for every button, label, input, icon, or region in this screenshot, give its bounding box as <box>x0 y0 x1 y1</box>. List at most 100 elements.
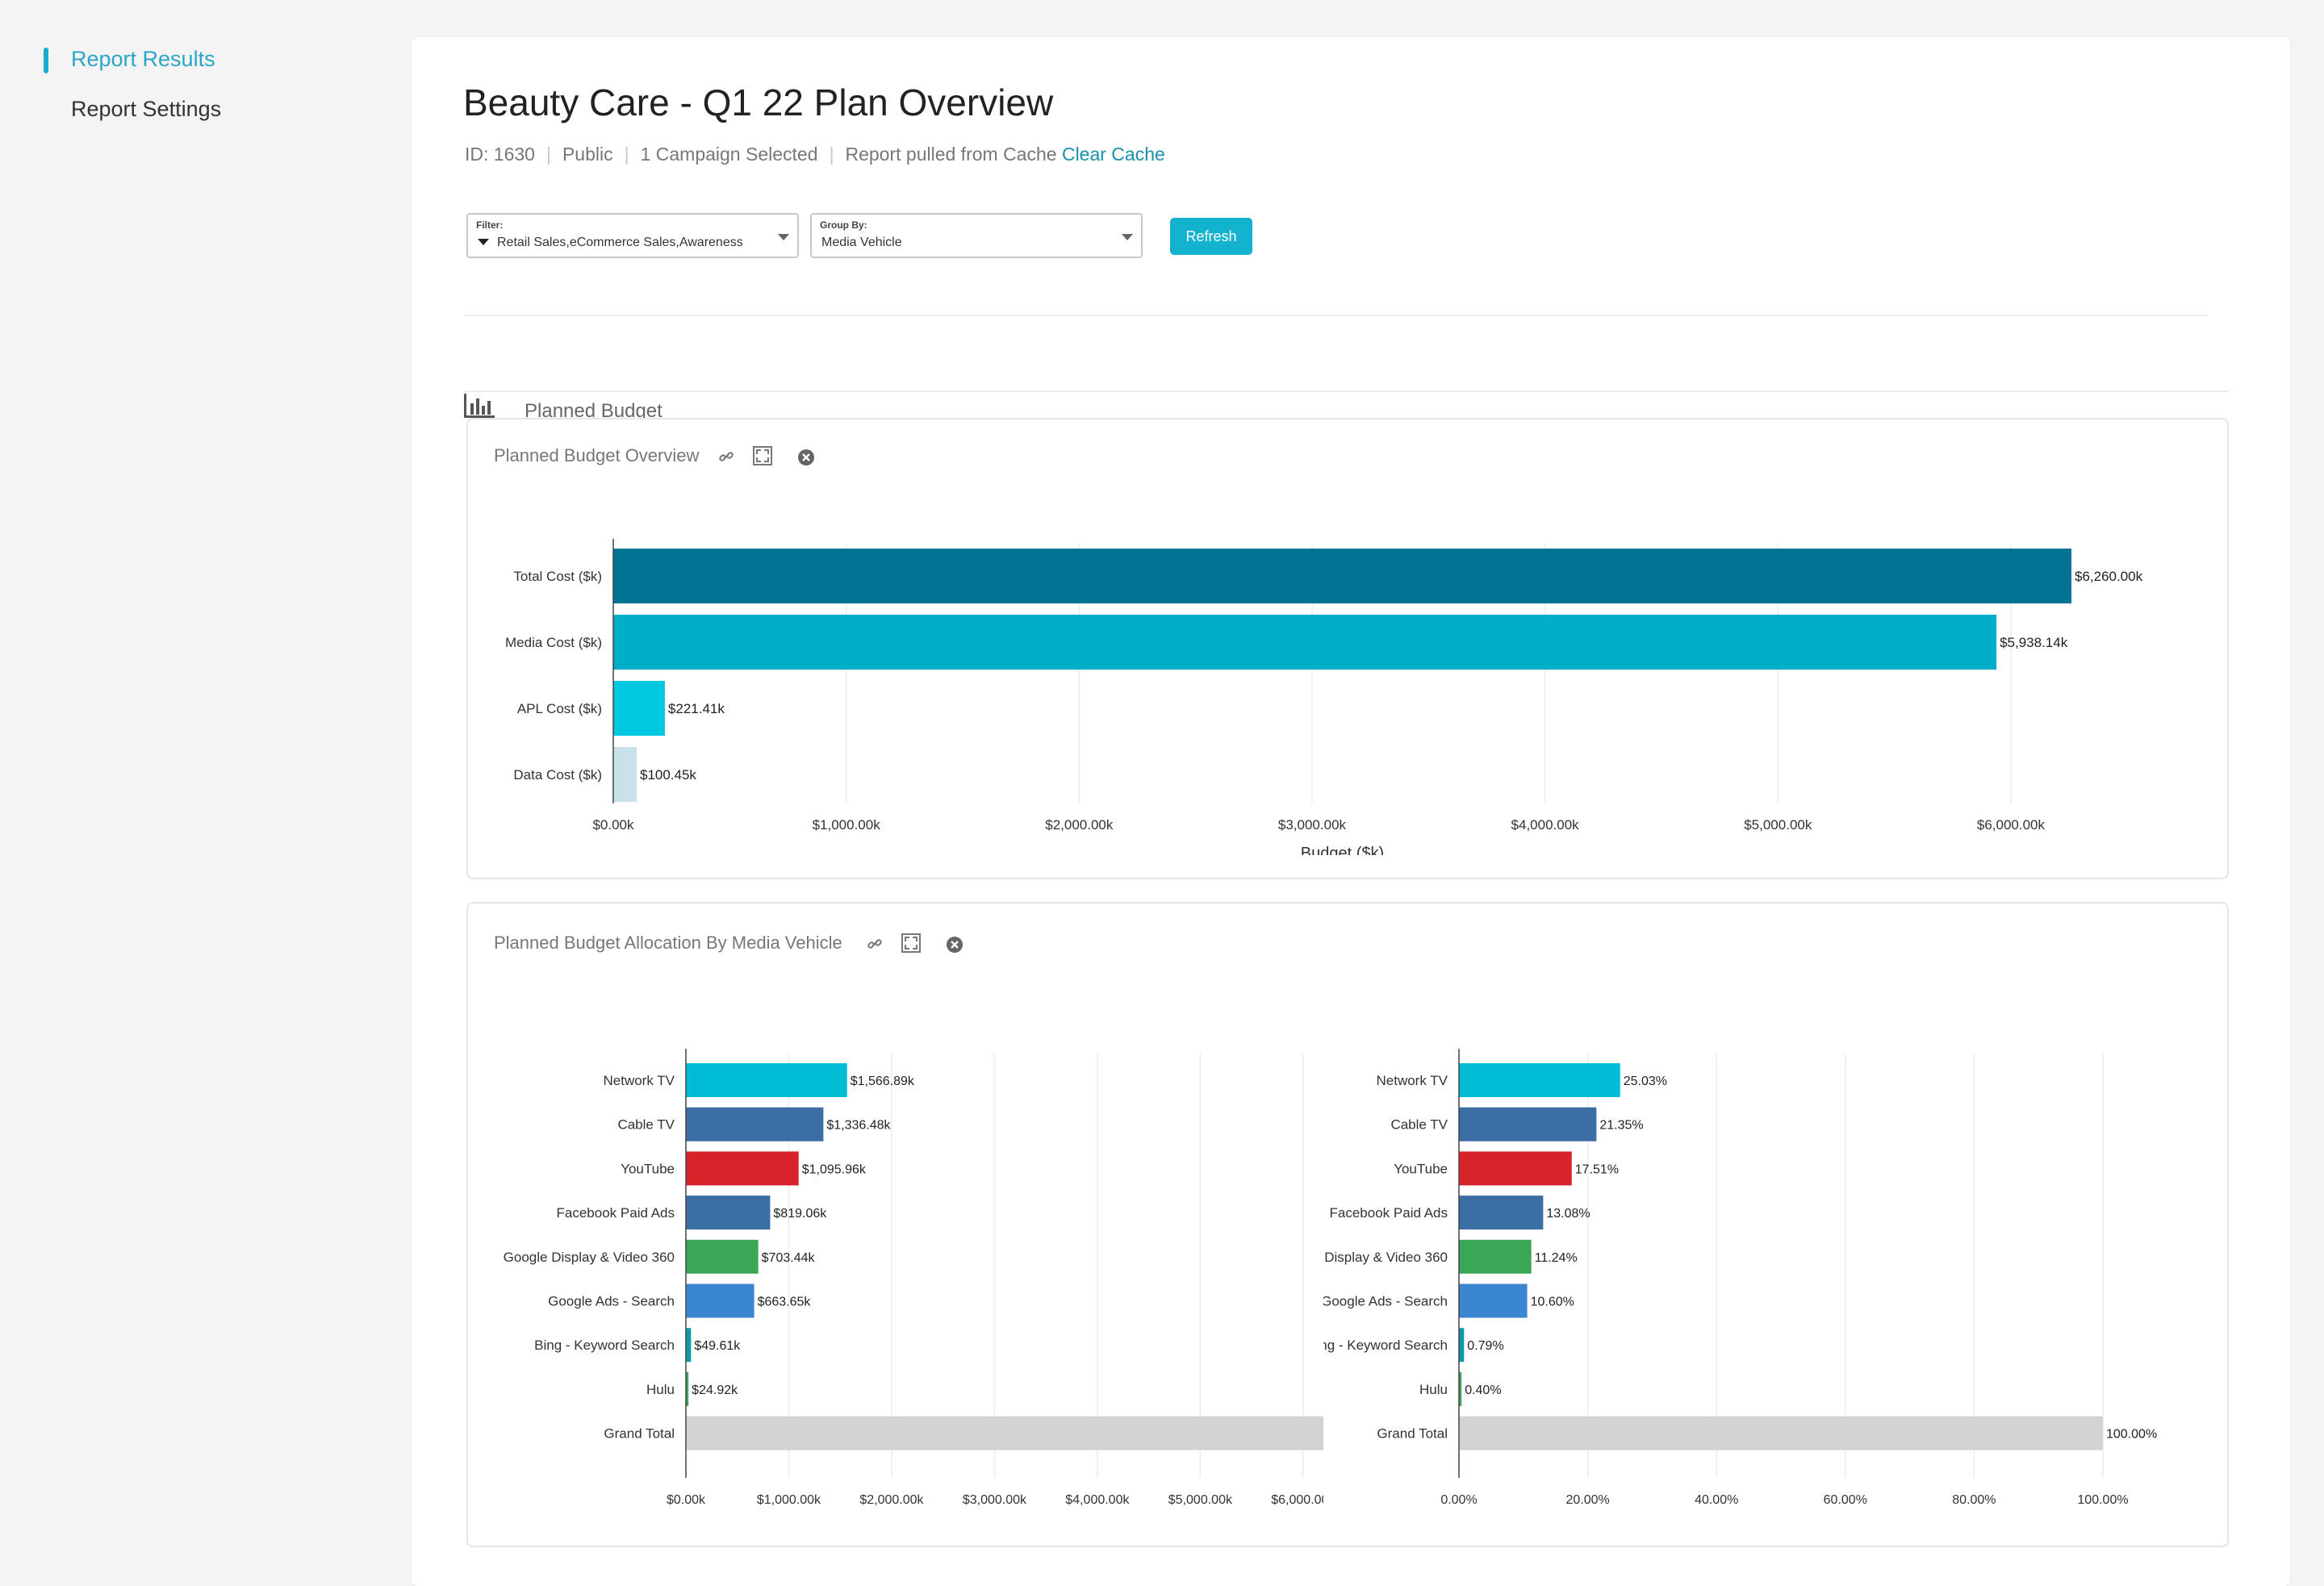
data-label: $6,260.00k <box>2075 569 2143 584</box>
category-label: Cable TV <box>1390 1117 1448 1133</box>
data-label: 17.51% <box>1575 1162 1619 1176</box>
bar <box>686 1107 824 1142</box>
x-tick-label: $6,000.00k <box>1977 817 2046 833</box>
data-label: $100.45k <box>640 767 696 783</box>
bar <box>686 1196 771 1230</box>
x-tick-label: 40.00% <box>1695 1493 1738 1507</box>
bar <box>613 747 637 802</box>
bar <box>1459 1107 1597 1142</box>
data-label: 11.24% <box>1535 1251 1578 1265</box>
category-label: Grand Total <box>1377 1426 1448 1442</box>
x-tick-label: $5,000.00k <box>1744 817 1812 833</box>
sidebar-item-report-results[interactable]: Report Results <box>71 47 215 72</box>
percent-split-chart: Network TV 25.03% Cable TV 21.35% YouTube 17.… <box>1323 1049 2157 1507</box>
page-title: Beauty Care - Q1 22 Plan Overview <box>463 81 1054 123</box>
bar <box>613 549 2071 603</box>
data-label: 13.08% <box>1546 1207 1590 1221</box>
data-label: 100.00% <box>2106 1428 2157 1442</box>
bar <box>686 1328 692 1363</box>
chevron-down-icon <box>1122 234 1133 240</box>
category-label: Google Ads - Search <box>548 1294 675 1309</box>
data-label: 10.60% <box>1531 1296 1574 1309</box>
x-tick-label: 20.00% <box>1565 1493 1609 1507</box>
category-label: Data Cost ($k) <box>513 767 602 783</box>
category-label: Facebook Paid Ads <box>557 1205 675 1221</box>
category-label: Google Display & Video 360 <box>1323 1250 1448 1265</box>
close-icon[interactable] <box>946 936 963 954</box>
bar <box>686 1063 847 1097</box>
clear-cache-link[interactable]: Clear Cache <box>1062 144 1165 165</box>
category-label: YouTube <box>621 1161 675 1176</box>
category-label: Hulu <box>646 1382 675 1397</box>
category-label: YouTube <box>1394 1161 1448 1176</box>
bar <box>613 681 665 736</box>
visibility-status: Public <box>562 144 613 165</box>
expand-icon[interactable] <box>901 933 922 954</box>
filter-select[interactable]: Filter: Retail Sales,eCommerce Sales,Awa… <box>466 213 799 258</box>
x-tick-label: $2,000.00k <box>859 1493 924 1507</box>
report-meta: ID: 1630 | Public | 1 Campaign Selected | Repo… <box>465 144 1165 165</box>
data-label: $819.06k <box>773 1207 827 1221</box>
close-icon[interactable] <box>797 449 815 466</box>
category-label: Facebook Paid Ads <box>1330 1205 1448 1221</box>
category-label: Cable TV <box>617 1117 675 1133</box>
report-id: ID: 1630 <box>465 144 535 165</box>
x-axis-title: Budget ($k) <box>1301 845 1384 855</box>
bar <box>1459 1328 1465 1363</box>
data-label: $663.65k <box>758 1296 812 1309</box>
data-label: $703.44k <box>762 1251 816 1265</box>
group-by-label: Group By: <box>820 219 867 231</box>
link-icon[interactable] <box>718 449 734 465</box>
category-label: Total Cost ($k) <box>513 569 602 584</box>
category-label: Network TV <box>1377 1073 1448 1088</box>
x-tick-label: $6,000.00k <box>1271 1493 1323 1507</box>
data-label: 0.79% <box>1467 1339 1503 1353</box>
divider <box>465 315 2208 316</box>
category-label: Bing - Keyword Search <box>534 1338 675 1353</box>
bar <box>1459 1283 1528 1318</box>
x-tick-label: $0.00k <box>592 817 634 833</box>
campaign-count: 1 Campaign Selected <box>640 144 818 165</box>
report-card: Beauty Care - Q1 22 Plan Overview ID: 16… <box>412 37 2290 1586</box>
bar <box>1459 1239 1532 1274</box>
x-tick-label: $2,000.00k <box>1045 817 1114 833</box>
category-label: Hulu <box>1419 1382 1448 1397</box>
x-tick-label: 80.00% <box>1952 1493 1996 1507</box>
meta-separator: | <box>624 144 629 165</box>
data-label: $5,938.14k <box>2000 635 2068 650</box>
meta-separator: | <box>829 144 834 165</box>
filter-value: Retail Sales,eCommerce Sales,Awareness <box>478 236 743 250</box>
bar <box>1459 1151 1572 1186</box>
active-nav-indicator <box>44 48 48 73</box>
panel-title: Planned Budget Overview <box>494 445 700 465</box>
x-tick-label: $4,000.00k <box>1511 817 1580 833</box>
data-label: $1,566.89k <box>851 1075 915 1088</box>
x-tick-label: $1,000.00k <box>757 1493 821 1507</box>
expand-icon[interactable] <box>752 445 773 466</box>
category-label: Network TV <box>604 1073 675 1088</box>
data-label: 0.40% <box>1465 1384 1501 1397</box>
allocation-by-media-vehicle-panel: Planned Budget Allocation By Media Vehic… <box>466 902 2229 1547</box>
x-tick-label: 0.00% <box>1440 1493 1477 1507</box>
x-tick-label: $3,000.00k <box>1278 817 1347 833</box>
data-label: $24.92k <box>692 1384 738 1397</box>
dollar-value-chart: Network TV $1,566.89k Cable TV $1,336.48k Yo… <box>504 1049 1323 1507</box>
refresh-button[interactable]: Refresh <box>1170 218 1252 255</box>
planned-budget-overview-panel: Planned Budget Overview Total Cost ($k) $… <box>466 418 2229 879</box>
filter-label: Filter: <box>476 219 504 231</box>
x-tick-label: $3,000.00k <box>963 1493 1027 1507</box>
x-tick-label: $1,000.00k <box>813 817 881 833</box>
panel-title: Planned Budget Allocation By Media Vehic… <box>494 933 842 953</box>
x-tick-label: $4,000.00k <box>1065 1493 1130 1507</box>
chevron-down-icon <box>778 234 789 240</box>
group-by-value: Media Vehicle <box>821 236 902 249</box>
data-label: 25.03% <box>1624 1075 1667 1088</box>
sidebar-item-report-settings[interactable]: Report Settings <box>71 97 221 122</box>
bar <box>1459 1196 1544 1230</box>
category-label: Google Display & Video 360 <box>504 1250 675 1265</box>
filter-value-text: Retail Sales,eCommerce Sales,Awareness <box>497 236 743 249</box>
link-icon[interactable] <box>867 936 883 952</box>
bar-chart-icon <box>464 394 495 418</box>
group-by-select[interactable]: Group By: Media Vehicle <box>810 213 1143 258</box>
bar <box>686 1416 1323 1450</box>
